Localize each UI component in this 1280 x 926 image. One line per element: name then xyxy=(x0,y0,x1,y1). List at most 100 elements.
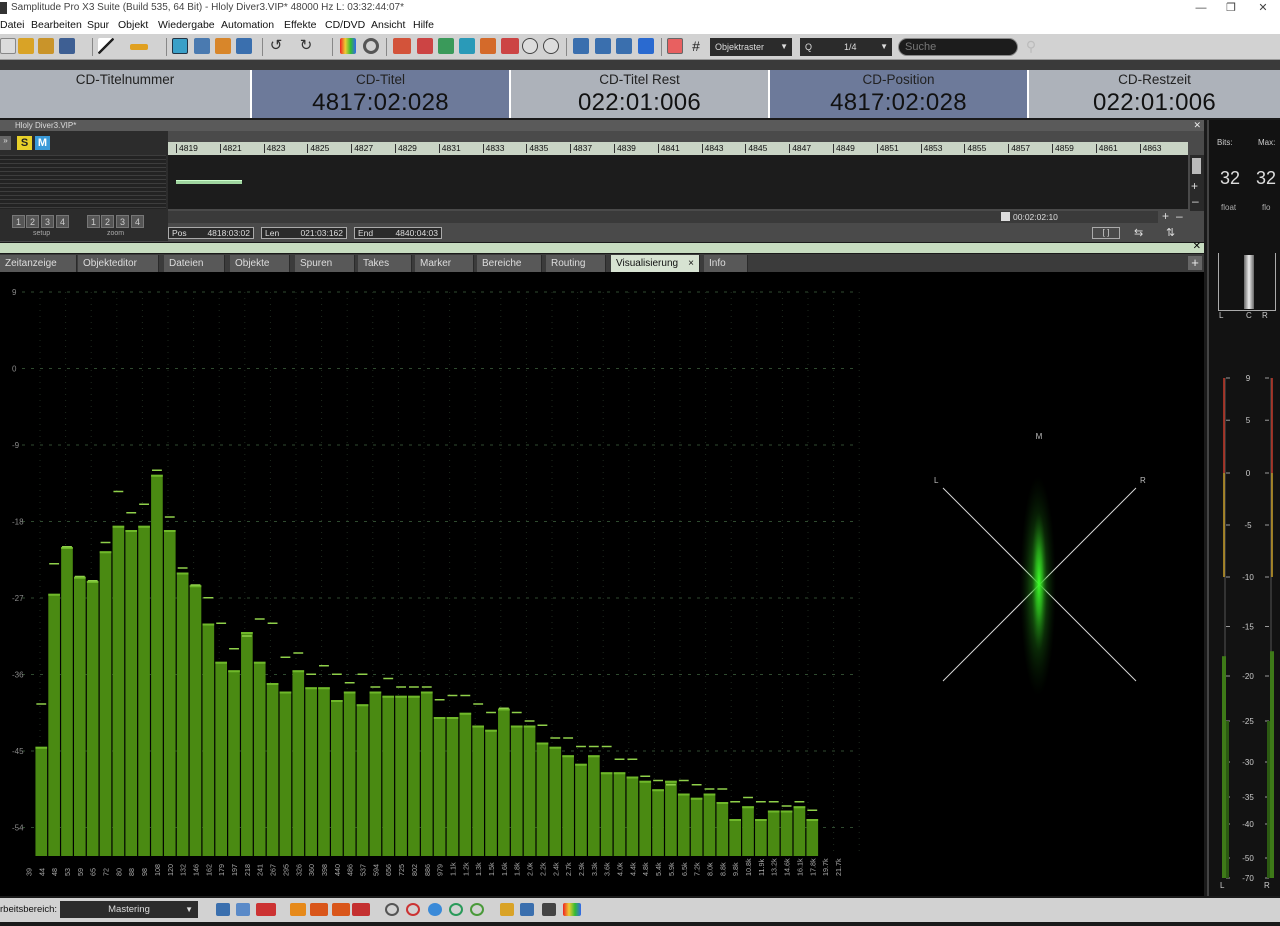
cd-track-number-cell[interactable]: CD-Titelnummer xyxy=(0,70,250,118)
tab-dateien[interactable]: Dateien xyxy=(164,255,225,272)
splitter-bar[interactable]: ✕ xyxy=(0,241,1204,253)
new-file-icon[interactable] xyxy=(0,38,16,54)
marker-blue-icon[interactable] xyxy=(459,38,475,54)
menu-cd-dvd[interactable]: CD/DVD xyxy=(325,19,365,31)
zoom-in-icon[interactable]: + xyxy=(1191,179,1198,193)
cd-position-cell[interactable]: CD-Position 4817:02:028 xyxy=(770,70,1027,118)
setup-button-1[interactable]: 1 xyxy=(12,215,25,228)
tab-objekte[interactable]: Objekte xyxy=(230,255,290,272)
marker-red-icon[interactable] xyxy=(417,38,433,54)
scrub-icon[interactable] xyxy=(616,38,632,54)
punch-icon[interactable] xyxy=(595,38,611,54)
menu-automation[interactable]: Automation xyxy=(221,19,274,31)
menu-hilfe[interactable]: Hilfe xyxy=(413,19,434,31)
maximize-icon[interactable]: ❐ xyxy=(1216,0,1246,17)
quantize-dropdown[interactable]: Q 1/4 ▼ xyxy=(800,38,892,56)
workspace-dropdown[interactable]: Mastering ▼ xyxy=(60,901,198,918)
tab-objekteditor[interactable]: Objekteditor xyxy=(78,255,159,272)
loop-icon[interactable] xyxy=(573,38,589,54)
menu-ansicht[interactable]: Ansicht xyxy=(371,19,405,31)
close-icon[interactable]: ✕ xyxy=(1193,120,1201,131)
cd-remaining-cell[interactable]: CD-Restzeit 022:01:006 xyxy=(1029,70,1280,118)
save-icon[interactable] xyxy=(59,38,75,54)
track-view-icon[interactable] xyxy=(470,903,484,916)
vertical-zoom-scroller[interactable]: + – xyxy=(1190,155,1204,211)
grid-icon[interactable]: # xyxy=(688,38,704,54)
monitor-icon[interactable] xyxy=(406,903,420,916)
tab-takes[interactable]: Takes xyxy=(358,255,412,272)
minus-icon[interactable]: – xyxy=(1176,209,1183,223)
stop-icon[interactable] xyxy=(638,38,654,54)
crossfade-icon[interactable] xyxy=(194,38,210,54)
timeline-ruler[interactable]: 4819 4821 4823 4825 4827 4829 4831 4833 4835 4837… xyxy=(168,142,1188,155)
loop-view-icon[interactable] xyxy=(449,903,463,916)
open-folder-icon[interactable] xyxy=(18,38,34,54)
eq-icon[interactable] xyxy=(520,903,534,916)
dvd-icon[interactable] xyxy=(543,38,559,54)
solo-button[interactable]: S xyxy=(17,136,32,150)
plugin-icon[interactable] xyxy=(332,903,350,916)
scroll-thumb-icon[interactable] xyxy=(1001,212,1010,221)
menu-datei[interactable]: Datei xyxy=(0,19,25,31)
close-icon[interactable]: ✕ xyxy=(1248,0,1278,17)
marker-m-icon[interactable] xyxy=(393,38,411,54)
add-tab-icon[interactable]: + xyxy=(1188,256,1202,270)
cd-title-rest-cell[interactable]: CD-Titel Rest 022:01:006 xyxy=(511,70,768,118)
pos-field[interactable]: Pos 4818:03:02 xyxy=(168,227,254,239)
tab-bereiche[interactable]: Bereiche xyxy=(477,255,542,272)
cd-title-cell[interactable]: CD-Titel 4817:02:028 xyxy=(252,70,509,118)
setup-button-4[interactable]: 4 xyxy=(56,215,69,228)
expand-icon[interactable]: » xyxy=(0,136,11,150)
menu-objekt[interactable]: Objekt xyxy=(118,19,148,31)
grid-mode-dropdown[interactable]: Objektraster ▼ xyxy=(710,38,792,56)
spectrum-view-icon[interactable] xyxy=(563,903,581,916)
open-project-icon[interactable] xyxy=(38,38,54,54)
redo-icon[interactable]: ↻ xyxy=(298,38,314,54)
search-icon[interactable]: ⚲ xyxy=(1022,38,1040,56)
tab-visualisierung[interactable]: Visualisierung × xyxy=(611,255,700,272)
keyboard-icon[interactable] xyxy=(236,903,250,916)
setup-button-3[interactable]: 3 xyxy=(41,215,54,228)
range-tool-icon[interactable] xyxy=(130,44,148,50)
record-icon[interactable] xyxy=(667,38,683,54)
vertical-scroll-thumb[interactable] xyxy=(1192,158,1201,174)
list-icon[interactable] xyxy=(542,903,556,916)
swap-horizontal-icon[interactable]: ⇆ xyxy=(1134,226,1143,239)
horizontal-scrollbar[interactable]: 00:02:02:10 + – xyxy=(168,209,1183,223)
tab-zeitanzeige[interactable]: Zeitanzeige xyxy=(0,255,77,272)
plus-icon[interactable]: + xyxy=(1162,209,1169,223)
menu-bearbeiten[interactable]: Bearbeiten xyxy=(31,19,82,31)
close-icon[interactable]: ✕ xyxy=(1193,241,1201,252)
sync-icon[interactable] xyxy=(428,903,442,916)
spectrum-icon[interactable] xyxy=(340,38,356,54)
zoom-out-icon[interactable]: – xyxy=(1192,194,1199,208)
align-icon[interactable] xyxy=(236,38,252,54)
vst-icon[interactable] xyxy=(500,903,514,916)
view-icon[interactable] xyxy=(385,903,399,916)
effects-icon[interactable] xyxy=(310,903,328,916)
mute-button[interactable]: M xyxy=(35,136,50,150)
record-panel-icon[interactable] xyxy=(256,903,276,916)
close-tab-icon[interactable]: × xyxy=(688,255,694,272)
marker-index-icon[interactable] xyxy=(501,38,519,54)
swap-vertical-icon[interactable]: ⇅ xyxy=(1166,226,1175,239)
object-lock-icon[interactable] xyxy=(215,38,231,54)
menu-wiedergabe[interactable]: Wiedergabe xyxy=(158,19,215,31)
marker-green-icon[interactable] xyxy=(438,38,454,54)
len-field[interactable]: Len 021:03:162 xyxy=(261,227,347,239)
zoom-button-4[interactable]: 4 xyxy=(131,215,144,228)
zoom-icon[interactable] xyxy=(363,38,379,54)
fit-view-icon[interactable]: [ ] xyxy=(1092,227,1120,239)
midi-icon[interactable] xyxy=(352,903,370,916)
zoom-button-1[interactable]: 1 xyxy=(87,215,100,228)
marker-orange-icon[interactable] xyxy=(480,38,496,54)
audio-object[interactable] xyxy=(176,180,242,184)
tab-spuren[interactable]: Spuren xyxy=(295,255,355,272)
menu-effekte[interactable]: Effekte xyxy=(284,19,317,31)
mixer-icon[interactable] xyxy=(216,903,230,916)
zoom-button-3[interactable]: 3 xyxy=(116,215,129,228)
track-area[interactable] xyxy=(168,155,1188,209)
undo-icon[interactable]: ↺ xyxy=(268,38,284,54)
minimize-icon[interactable]: — xyxy=(1186,0,1216,17)
cd-icon[interactable] xyxy=(522,38,538,54)
